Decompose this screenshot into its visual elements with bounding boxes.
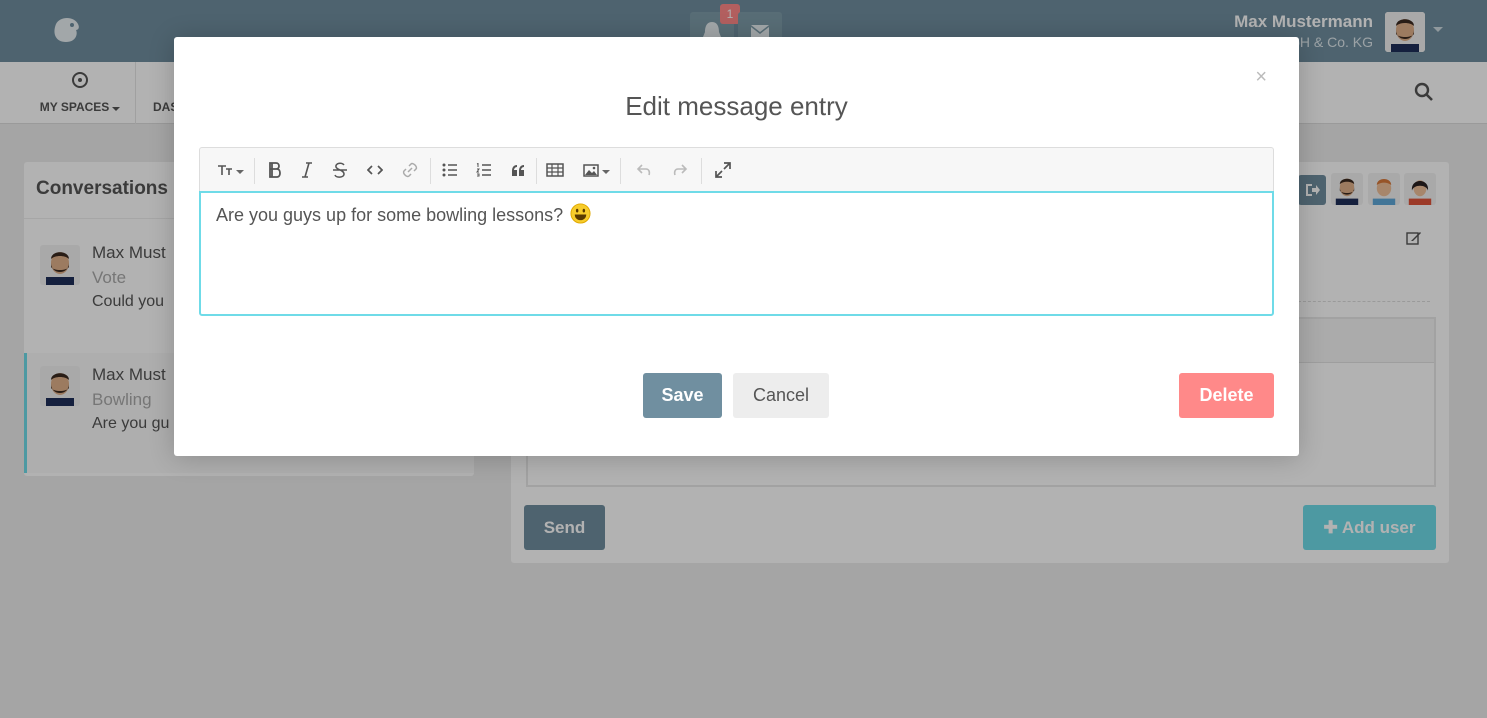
image-button[interactable] [580, 158, 612, 182]
expand-icon [715, 162, 731, 178]
toolbar-separator [620, 158, 621, 184]
italic-button[interactable] [294, 158, 320, 182]
code-icon [367, 165, 383, 175]
caret-down-icon [235, 170, 244, 174]
code-button[interactable] [362, 158, 388, 182]
modal-title: Edit message entry [625, 91, 848, 121]
table-button[interactable] [542, 158, 568, 182]
caret-down-icon [601, 170, 610, 174]
undo-icon [636, 164, 651, 176]
bold-button[interactable] [262, 158, 288, 182]
bullet-list-button[interactable] [437, 158, 463, 182]
edit-message-modal: × Edit message entry Are you guys up for… [174, 37, 1299, 456]
bold-icon [269, 162, 281, 178]
toolbar-separator [430, 158, 431, 184]
redo-button[interactable] [667, 158, 693, 182]
link-icon [402, 162, 418, 178]
text-size-icon [217, 165, 232, 175]
italic-icon [302, 162, 312, 178]
message-text: Are you guys up for some bowling lessons… [216, 205, 564, 225]
blockquote-button[interactable] [505, 158, 531, 182]
toolbar-separator [254, 158, 255, 184]
strikethrough-button[interactable] [327, 158, 353, 182]
toolbar-separator [536, 158, 537, 184]
cancel-button[interactable]: Cancel [733, 373, 829, 418]
ordered-list-icon [476, 163, 491, 177]
toolbar-separator [701, 158, 702, 184]
strikethrough-icon [333, 162, 347, 178]
ordered-list-button[interactable] [471, 158, 497, 182]
fullscreen-button[interactable] [710, 158, 736, 182]
link-button[interactable] [397, 158, 423, 182]
close-icon[interactable]: × [1255, 67, 1267, 87]
quote-icon [512, 165, 524, 176]
message-editor[interactable]: Are you guys up for some bowling lessons… [199, 191, 1274, 316]
save-button[interactable]: Save [643, 373, 722, 418]
table-icon [546, 163, 564, 177]
smiley-emoji-icon [570, 203, 591, 224]
editor-toolbar [199, 147, 1274, 192]
delete-button[interactable]: Delete [1179, 373, 1274, 418]
bullet-list-icon [442, 163, 457, 177]
image-icon [582, 163, 599, 177]
text-size-button[interactable] [214, 158, 246, 182]
undo-button[interactable] [631, 158, 657, 182]
redo-icon [673, 164, 688, 176]
